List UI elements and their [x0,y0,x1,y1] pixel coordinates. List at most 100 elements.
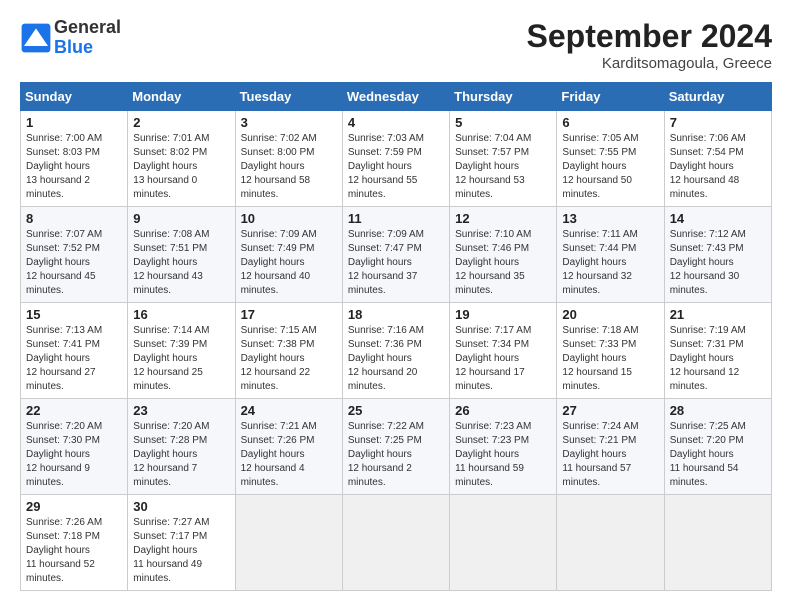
day-info: Sunrise: 7:16 AM Sunset: 7:36 PM Dayligh… [348,324,444,394]
table-row: 29 Sunrise: 7:26 AM Sunset: 7:18 PM Dayl… [21,495,128,591]
day-number: 15 [26,307,122,322]
col-monday: Monday [128,83,235,111]
day-info: Sunrise: 7:14 AM Sunset: 7:39 PM Dayligh… [133,324,229,394]
table-row: 25 Sunrise: 7:22 AM Sunset: 7:25 PM Dayl… [342,399,449,495]
day-number: 19 [455,307,551,322]
col-friday: Friday [557,83,664,111]
table-row: 18 Sunrise: 7:16 AM Sunset: 7:36 PM Dayl… [342,303,449,399]
table-row: 8 Sunrise: 7:07 AM Sunset: 7:52 PM Dayli… [21,207,128,303]
table-row: 16 Sunrise: 7:14 AM Sunset: 7:39 PM Dayl… [128,303,235,399]
title-block: September 2024 Karditsomagoula, Greece [527,18,772,72]
day-number: 4 [348,115,444,130]
table-row: 22 Sunrise: 7:20 AM Sunset: 7:30 PM Dayl… [21,399,128,495]
day-info: Sunrise: 7:12 AM Sunset: 7:43 PM Dayligh… [670,228,766,298]
table-row [235,495,342,591]
day-info: Sunrise: 7:09 AM Sunset: 7:47 PM Dayligh… [348,228,444,298]
calendar-header-row: Sunday Monday Tuesday Wednesday Thursday… [21,83,772,111]
table-row: 7 Sunrise: 7:06 AM Sunset: 7:54 PM Dayli… [664,111,771,207]
col-saturday: Saturday [664,83,771,111]
day-number: 18 [348,307,444,322]
day-info: Sunrise: 7:20 AM Sunset: 7:28 PM Dayligh… [133,420,229,490]
day-info: Sunrise: 7:06 AM Sunset: 7:54 PM Dayligh… [670,132,766,202]
table-row: 5 Sunrise: 7:04 AM Sunset: 7:57 PM Dayli… [450,111,557,207]
day-number: 3 [241,115,337,130]
table-row: 27 Sunrise: 7:24 AM Sunset: 7:21 PM Dayl… [557,399,664,495]
day-info: Sunrise: 7:15 AM Sunset: 7:38 PM Dayligh… [241,324,337,394]
day-info: Sunrise: 7:09 AM Sunset: 7:49 PM Dayligh… [241,228,337,298]
day-number: 28 [670,403,766,418]
day-number: 22 [26,403,122,418]
day-number: 20 [562,307,658,322]
day-number: 23 [133,403,229,418]
day-number: 2 [133,115,229,130]
day-number: 8 [26,211,122,226]
logo-general: General [54,18,121,38]
day-info: Sunrise: 7:00 AM Sunset: 8:03 PM Dayligh… [26,132,122,202]
day-number: 13 [562,211,658,226]
table-row: 28 Sunrise: 7:25 AM Sunset: 7:20 PM Dayl… [664,399,771,495]
table-row: 24 Sunrise: 7:21 AM Sunset: 7:26 PM Dayl… [235,399,342,495]
calendar-table: Sunday Monday Tuesday Wednesday Thursday… [20,82,772,591]
table-row: 20 Sunrise: 7:18 AM Sunset: 7:33 PM Dayl… [557,303,664,399]
day-info: Sunrise: 7:01 AM Sunset: 8:02 PM Dayligh… [133,132,229,202]
logo-text: General Blue [54,18,121,58]
day-number: 1 [26,115,122,130]
day-info: Sunrise: 7:23 AM Sunset: 7:23 PM Dayligh… [455,420,551,490]
day-number: 26 [455,403,551,418]
table-row: 4 Sunrise: 7:03 AM Sunset: 7:59 PM Dayli… [342,111,449,207]
table-row [342,495,449,591]
table-row [450,495,557,591]
table-row: 15 Sunrise: 7:13 AM Sunset: 7:41 PM Dayl… [21,303,128,399]
table-row: 3 Sunrise: 7:02 AM Sunset: 8:00 PM Dayli… [235,111,342,207]
calendar-week-row: 22 Sunrise: 7:20 AM Sunset: 7:30 PM Dayl… [21,399,772,495]
logo-icon [20,22,52,54]
day-number: 30 [133,499,229,514]
day-info: Sunrise: 7:10 AM Sunset: 7:46 PM Dayligh… [455,228,551,298]
table-row [557,495,664,591]
day-info: Sunrise: 7:19 AM Sunset: 7:31 PM Dayligh… [670,324,766,394]
day-info: Sunrise: 7:07 AM Sunset: 7:52 PM Dayligh… [26,228,122,298]
day-number: 29 [26,499,122,514]
table-row: 2 Sunrise: 7:01 AM Sunset: 8:02 PM Dayli… [128,111,235,207]
table-row: 14 Sunrise: 7:12 AM Sunset: 7:43 PM Dayl… [664,207,771,303]
day-info: Sunrise: 7:22 AM Sunset: 7:25 PM Dayligh… [348,420,444,490]
day-number: 14 [670,211,766,226]
logo: General Blue [20,18,121,58]
calendar-week-row: 1 Sunrise: 7:00 AM Sunset: 8:03 PM Dayli… [21,111,772,207]
day-number: 11 [348,211,444,226]
calendar-week-row: 8 Sunrise: 7:07 AM Sunset: 7:52 PM Dayli… [21,207,772,303]
table-row: 6 Sunrise: 7:05 AM Sunset: 7:55 PM Dayli… [557,111,664,207]
table-row: 12 Sunrise: 7:10 AM Sunset: 7:46 PM Dayl… [450,207,557,303]
col-tuesday: Tuesday [235,83,342,111]
day-number: 27 [562,403,658,418]
table-row: 17 Sunrise: 7:15 AM Sunset: 7:38 PM Dayl… [235,303,342,399]
table-row: 26 Sunrise: 7:23 AM Sunset: 7:23 PM Dayl… [450,399,557,495]
logo-blue: Blue [54,38,121,58]
day-info: Sunrise: 7:08 AM Sunset: 7:51 PM Dayligh… [133,228,229,298]
day-number: 6 [562,115,658,130]
day-number: 25 [348,403,444,418]
table-row: 11 Sunrise: 7:09 AM Sunset: 7:47 PM Dayl… [342,207,449,303]
day-info: Sunrise: 7:20 AM Sunset: 7:30 PM Dayligh… [26,420,122,490]
table-row: 30 Sunrise: 7:27 AM Sunset: 7:17 PM Dayl… [128,495,235,591]
day-info: Sunrise: 7:17 AM Sunset: 7:34 PM Dayligh… [455,324,551,394]
day-info: Sunrise: 7:03 AM Sunset: 7:59 PM Dayligh… [348,132,444,202]
day-number: 9 [133,211,229,226]
month-year: September 2024 [527,18,772,55]
day-number: 16 [133,307,229,322]
day-info: Sunrise: 7:27 AM Sunset: 7:17 PM Dayligh… [133,516,229,586]
day-info: Sunrise: 7:26 AM Sunset: 7:18 PM Dayligh… [26,516,122,586]
day-info: Sunrise: 7:18 AM Sunset: 7:33 PM Dayligh… [562,324,658,394]
table-row: 9 Sunrise: 7:08 AM Sunset: 7:51 PM Dayli… [128,207,235,303]
day-number: 21 [670,307,766,322]
table-row: 1 Sunrise: 7:00 AM Sunset: 8:03 PM Dayli… [21,111,128,207]
header: General Blue September 2024 Karditsomago… [20,18,772,72]
day-info: Sunrise: 7:25 AM Sunset: 7:20 PM Dayligh… [670,420,766,490]
table-row: 21 Sunrise: 7:19 AM Sunset: 7:31 PM Dayl… [664,303,771,399]
table-row [664,495,771,591]
day-info: Sunrise: 7:04 AM Sunset: 7:57 PM Dayligh… [455,132,551,202]
day-number: 24 [241,403,337,418]
day-info: Sunrise: 7:21 AM Sunset: 7:26 PM Dayligh… [241,420,337,490]
day-number: 10 [241,211,337,226]
table-row: 23 Sunrise: 7:20 AM Sunset: 7:28 PM Dayl… [128,399,235,495]
